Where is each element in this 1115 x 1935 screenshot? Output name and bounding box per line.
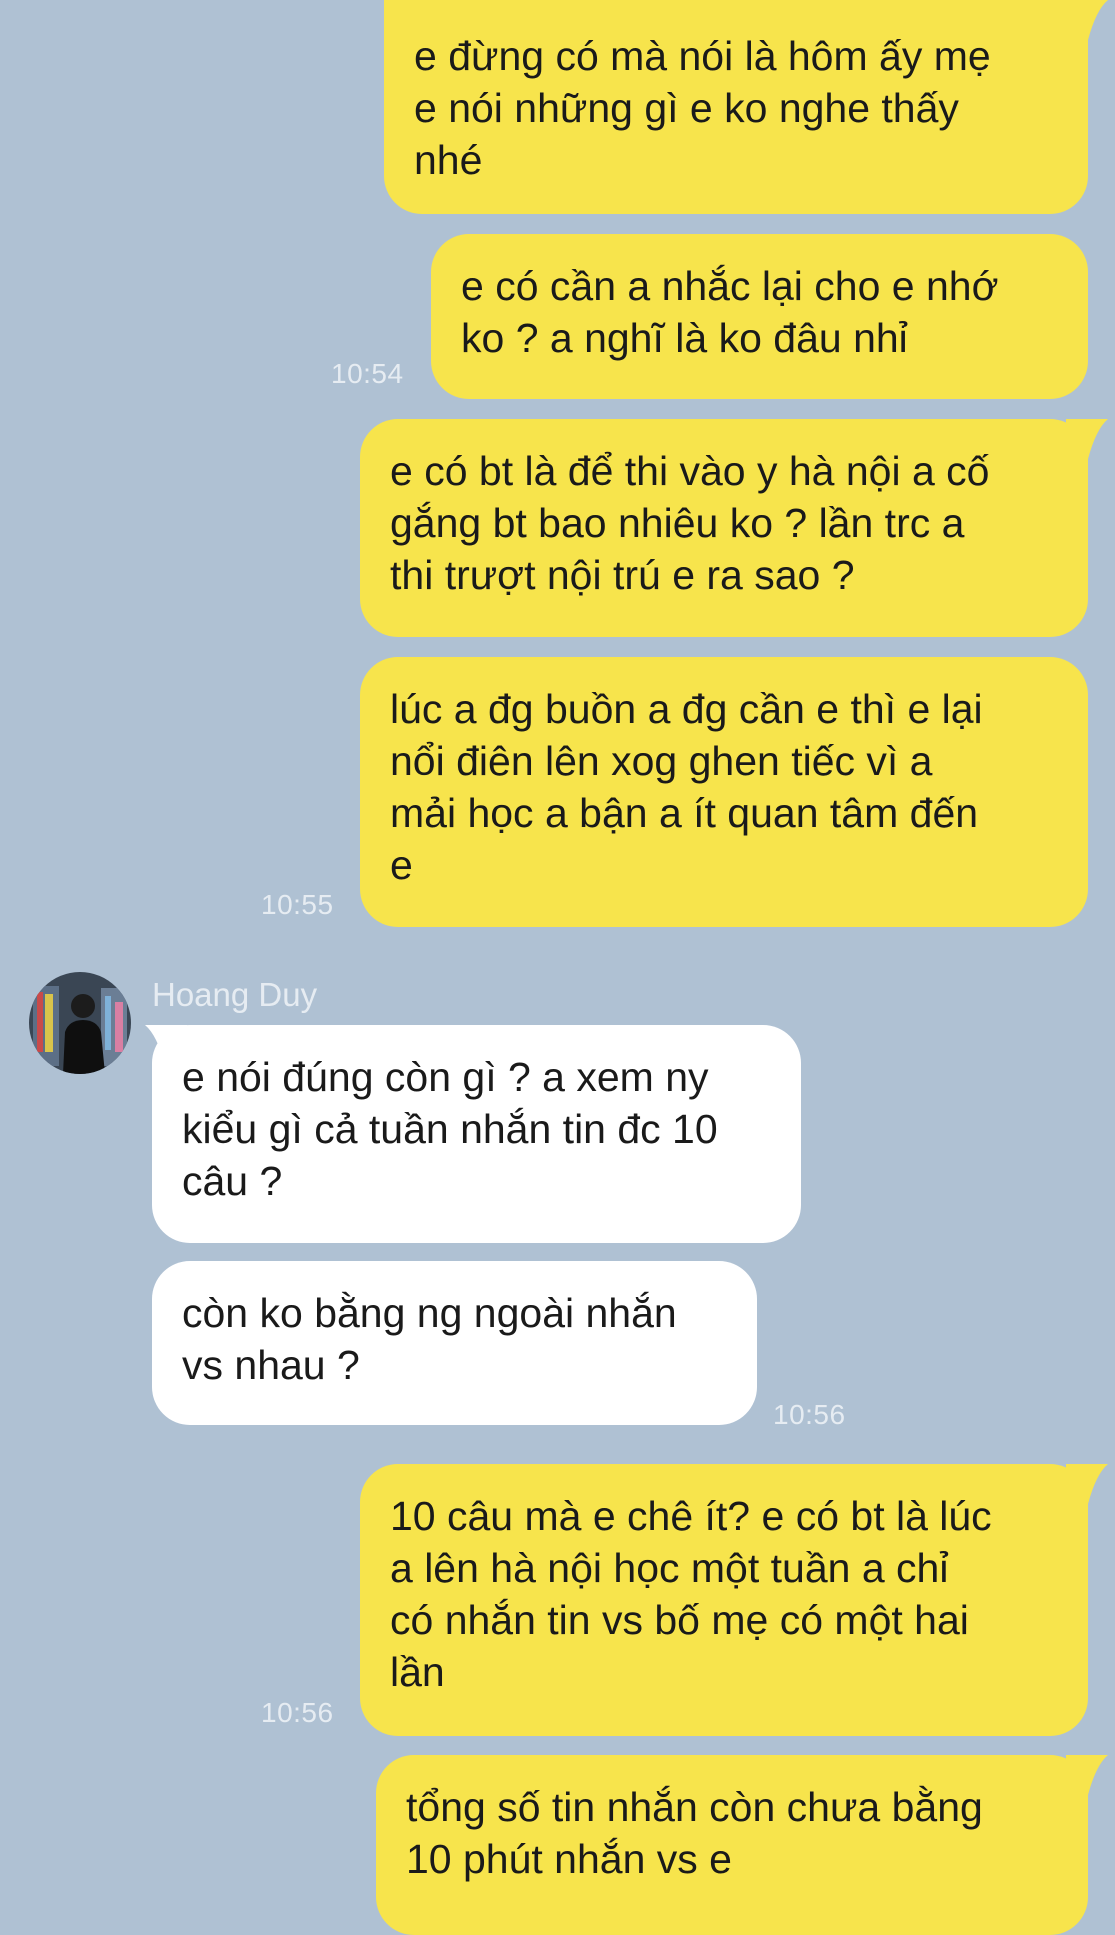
message-bubble-outgoing[interactable]: e đừng có mà nói là hôm ấy mẹ e nói nhữn… <box>384 0 1088 214</box>
contact-avatar[interactable] <box>29 972 131 1074</box>
message-bubble-outgoing[interactable]: 10 câu mà e chê ít? e có bt là lúc a lên… <box>360 1464 1088 1736</box>
message-bubble-outgoing[interactable]: tổng số tin nhắn còn chưa bằng 10 phút n… <box>376 1755 1088 1935</box>
contact-name: Hoang Duy <box>152 976 318 1013</box>
message-timestamp: 10:56 <box>261 1697 334 1728</box>
bubble-tail-icon <box>1066 419 1108 459</box>
person-photo-avatar-icon <box>29 972 131 1074</box>
message-text: e có bt là để thi vào y hà nội a cố gắng… <box>390 448 990 598</box>
message-text: e có cần a nhắc lại cho e nhớ ko ? a ngh… <box>461 263 999 361</box>
message-bubble-outgoing[interactable]: lúc a đg buồn a đg cần e thì e lại nổi đ… <box>360 657 1088 927</box>
message-text: còn ko bằng ng ngoài nhắn vs nhau ? <box>182 1290 677 1388</box>
message-text: tổng số tin nhắn còn chưa bằng 10 phút n… <box>406 1784 983 1882</box>
message-text: e đừng có mà nói là hôm ấy mẹ e nói nhữn… <box>414 33 991 183</box>
bubble-tail-icon <box>1066 0 1108 40</box>
message-text: 10 câu mà e chê ít? e có bt là lúc a lên… <box>390 1493 992 1695</box>
bubble-tail-icon <box>145 1025 187 1065</box>
message-bubble-outgoing[interactable]: e có bt là để thi vào y hà nội a cố gắng… <box>360 419 1088 637</box>
bubble-tail-icon <box>1066 1464 1108 1504</box>
message-text: e nói đúng còn gì ? a xem ny kiểu gì cả … <box>182 1054 718 1204</box>
message-text: lúc a đg buồn a đg cần e thì e lại nổi đ… <box>390 686 983 888</box>
bubble-tail-icon <box>1066 1755 1108 1795</box>
message-bubble-incoming[interactable]: còn ko bằng ng ngoài nhắn vs nhau ? <box>152 1261 757 1425</box>
message-bubble-outgoing[interactable]: e có cần a nhắc lại cho e nhớ ko ? a ngh… <box>431 234 1088 399</box>
message-timestamp: 10:56 <box>773 1399 846 1430</box>
message-bubble-incoming[interactable]: e nói đúng còn gì ? a xem ny kiểu gì cả … <box>152 1025 801 1243</box>
message-timestamp: 10:55 <box>261 889 334 920</box>
message-timestamp: 10:54 <box>331 358 404 389</box>
